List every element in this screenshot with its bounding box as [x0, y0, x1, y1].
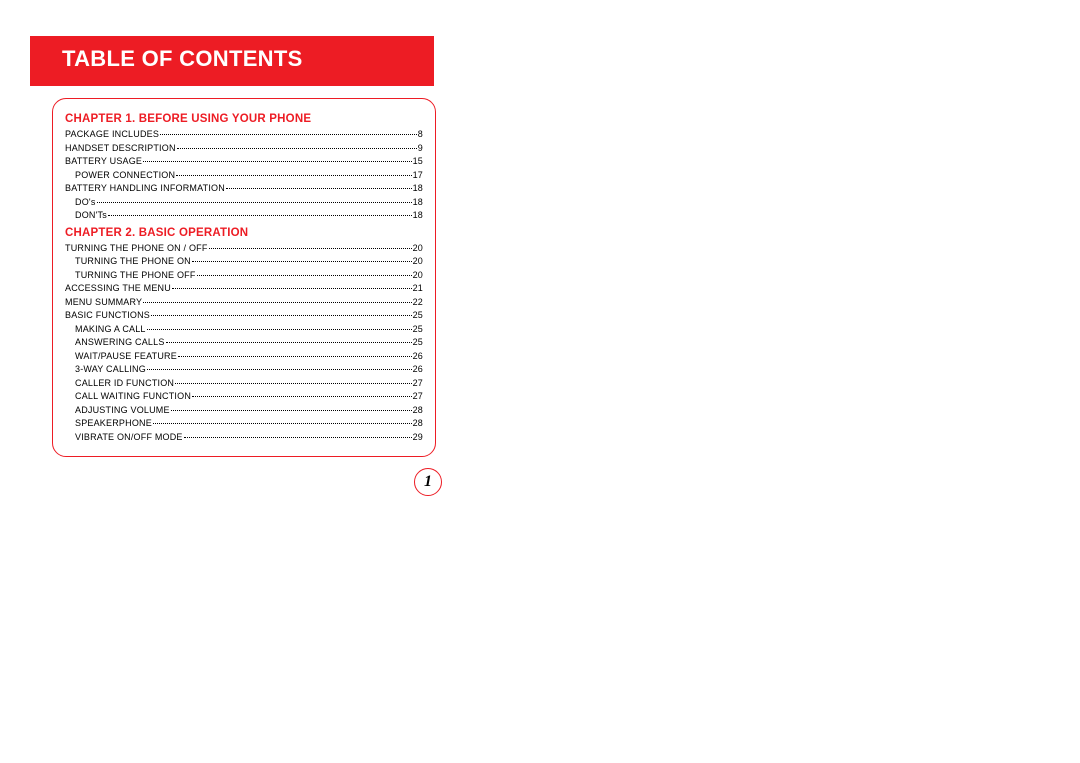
toc-entry-page: 26	[413, 363, 423, 377]
toc-entry-page: 8	[418, 128, 423, 142]
toc-entry-page: 22	[413, 296, 423, 310]
toc-entry-page: 25	[413, 323, 423, 337]
toc-leader-dots	[160, 134, 417, 135]
toc-entry: PACKAGE INCLUDES 8	[65, 128, 423, 142]
toc-leader-dots	[166, 342, 412, 343]
toc-entry-label: WAIT/PAUSE FEATURE	[75, 350, 177, 364]
toc-entry: DO's 18	[65, 196, 423, 210]
toc-entry: BATTERY USAGE 15	[65, 155, 423, 169]
toc-entry-page: 25	[413, 336, 423, 350]
toc-entry-label: TURNING THE PHONE ON / OFF	[65, 242, 208, 256]
toc-entry-label: BATTERY HANDLING INFORMATION	[65, 182, 225, 196]
toc-leader-dots	[192, 261, 412, 262]
toc-entry: MAKING A CALL 25	[65, 323, 423, 337]
toc-entry: TURNING THE PHONE ON 20	[65, 255, 423, 269]
toc-entry: ACCESSING THE MENU 21	[65, 282, 423, 296]
toc-entry: CALLER ID FUNCTION 27	[65, 377, 423, 391]
toc-container: CHAPTER 1. BEFORE USING YOUR PHONE PACKAG…	[52, 98, 436, 457]
toc-leader-dots	[147, 369, 412, 370]
toc-entry-page: 20	[413, 269, 423, 283]
page-number: 1	[424, 473, 432, 491]
toc-entry-page: 25	[413, 309, 423, 323]
toc-entry-label: MAKING A CALL	[75, 323, 146, 337]
toc-entry-label: ACCESSING THE MENU	[65, 282, 171, 296]
toc-leader-dots	[97, 202, 412, 203]
toc-entry-label: HANDSET DESCRIPTION	[65, 142, 176, 156]
toc-entry-label: BASIC FUNCTIONS	[65, 309, 150, 323]
toc-entry-page: 15	[413, 155, 423, 169]
toc-entry-label: PACKAGE INCLUDES	[65, 128, 159, 142]
toc-leader-dots	[176, 175, 411, 176]
toc-entry-label: VIBRATE ON/OFF MODE	[75, 431, 183, 445]
toc-entry: ANSWERING CALLS 25	[65, 336, 423, 350]
toc-entry-label: CALL WAITING FUNCTION	[75, 390, 191, 404]
toc-leader-dots	[226, 188, 412, 189]
toc-entry-page: 26	[413, 350, 423, 364]
toc-entry: BATTERY HANDLING INFORMATION 18	[65, 182, 423, 196]
toc-entry-label: DO's	[75, 196, 96, 210]
toc-leader-dots	[175, 383, 411, 384]
toc-entry-label: MENU SUMMARY	[65, 296, 142, 310]
toc-entry-label: CALLER ID FUNCTION	[75, 377, 174, 391]
toc-entry: TURNING THE PHONE ON / OFF 20	[65, 242, 423, 256]
toc-leader-dots	[171, 410, 412, 411]
toc-leader-dots	[108, 215, 412, 216]
toc-entry-page: 18	[413, 196, 423, 210]
toc-leader-dots	[178, 356, 412, 357]
toc-leader-dots	[209, 248, 412, 249]
toc-leader-dots	[143, 302, 411, 303]
toc-entry-page: 27	[413, 390, 423, 404]
toc-entry-page: 28	[413, 404, 423, 418]
toc-entry-label: DON'Ts	[75, 209, 107, 223]
toc-entry-page: 28	[413, 417, 423, 431]
toc-entry: 3-WAY CALLING 26	[65, 363, 423, 377]
toc-entry-label: ADJUSTING VOLUME	[75, 404, 170, 418]
toc-entry: BASIC FUNCTIONS 25	[65, 309, 423, 323]
toc-entry-page: 18	[413, 182, 423, 196]
toc-entry-label: TURNING THE PHONE OFF	[75, 269, 196, 283]
toc-leader-dots	[153, 423, 412, 424]
toc-entry: VIBRATE ON/OFF MODE 29	[65, 431, 423, 445]
toc-entry: DON'Ts 18	[65, 209, 423, 223]
toc-entry-label: 3-WAY CALLING	[75, 363, 146, 377]
toc-leader-dots	[184, 437, 412, 438]
toc-entry-label: SPEAKERPHONE	[75, 417, 152, 431]
toc-entry-label: BATTERY USAGE	[65, 155, 142, 169]
toc-entry: WAIT/PAUSE FEATURE 26	[65, 350, 423, 364]
toc-entry: MENU SUMMARY 22	[65, 296, 423, 310]
toc-leader-dots	[151, 315, 412, 316]
toc-entry: CALL WAITING FUNCTION 27	[65, 390, 423, 404]
chapter-heading: CHAPTER 1. BEFORE USING YOUR PHONE	[65, 113, 423, 125]
toc-entry-label: ANSWERING CALLS	[75, 336, 165, 350]
toc-leader-dots	[143, 161, 411, 162]
toc-leader-dots	[197, 275, 412, 276]
toc-entry-label: TURNING THE PHONE ON	[75, 255, 191, 269]
toc-entry: POWER CONNECTION 17	[65, 169, 423, 183]
page-number-badge: 1	[414, 468, 442, 496]
chapter-heading: CHAPTER 2. BASIC OPERATION	[65, 227, 423, 239]
toc-leader-dots	[172, 288, 412, 289]
toc-entry-page: 20	[413, 242, 423, 256]
toc-entry-page: 21	[413, 282, 423, 296]
toc-entry-page: 9	[418, 142, 423, 156]
toc-entry-page: 20	[413, 255, 423, 269]
toc-entry: HANDSET DESCRIPTION 9	[65, 142, 423, 156]
toc-leader-dots	[177, 148, 417, 149]
toc-entry: SPEAKERPHONE 28	[65, 417, 423, 431]
toc-entry-label: POWER CONNECTION	[75, 169, 175, 183]
toc-entry-page: 29	[413, 431, 423, 445]
toc-leader-dots	[192, 396, 412, 397]
toc-entry-page: 27	[413, 377, 423, 391]
toc-entry-page: 17	[413, 169, 423, 183]
toc-leader-dots	[147, 329, 412, 330]
page-title: TABLE OF CONTENTS	[62, 46, 303, 72]
toc-entry: ADJUSTING VOLUME 28	[65, 404, 423, 418]
toc-entry-page: 18	[413, 209, 423, 223]
toc-entry: TURNING THE PHONE OFF 20	[65, 269, 423, 283]
